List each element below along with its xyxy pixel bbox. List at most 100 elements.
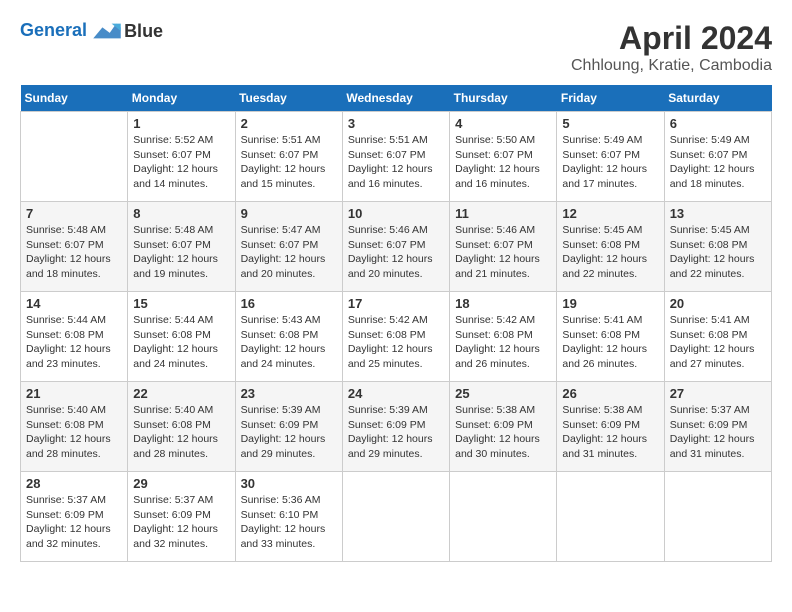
month-title: April 2024 [571,20,772,57]
calendar-day-cell: 24 Sunrise: 5:39 AMSunset: 6:09 PMDayligh… [342,382,449,472]
calendar-day-cell: 21Sunrise: 5:40 AMSunset: 6:08 PMDayligh… [21,382,128,472]
calendar-day-cell: 16 Sunrise: 5:43 AMSunset: 6:08 PMDayligh… [235,292,342,382]
day-number: 1 [133,116,229,131]
day-info: Sunrise: 5:38 AMSunset: 6:09 PMDaylight:… [562,403,658,462]
day-number: 16 [241,296,337,311]
calendar-day-cell: 13Sunrise: 5:45 AMSunset: 6:08 PMDayligh… [664,202,771,292]
calendar-day-cell: 27Sunrise: 5:37 AMSunset: 6:09 PMDayligh… [664,382,771,472]
day-info: Sunrise: 5:47 AMSunset: 6:07 PMDaylight:… [241,223,337,282]
day-number: 15 [133,296,229,311]
day-info: Sunrise: 5:41 AMSunset: 6:08 PMDaylight:… [670,313,766,372]
calendar-day-cell: 10 Sunrise: 5:46 AMSunset: 6:07 PMDayligh… [342,202,449,292]
day-number: 4 [455,116,551,131]
day-number: 24 [348,386,444,401]
day-info: Sunrise: 5:36 AMSunset: 6:10 PMDaylight:… [241,493,337,552]
day-number: 9 [241,206,337,221]
weekday-header-cell: Friday [557,85,664,112]
calendar-day-cell [450,472,557,562]
day-info: Sunrise: 5:46 AMSunset: 6:07 PMDaylight:… [348,223,444,282]
day-info: Sunrise: 5:45 AMSunset: 6:08 PMDaylight:… [670,223,766,282]
calendar-day-cell: 22 Sunrise: 5:40 AMSunset: 6:08 PMDayligh… [128,382,235,472]
weekday-header-cell: Sunday [21,85,128,112]
calendar-day-cell: 23 Sunrise: 5:39 AMSunset: 6:09 PMDayligh… [235,382,342,472]
day-info: Sunrise: 5:39 AMSunset: 6:09 PMDaylight:… [348,403,444,462]
page-header: General Blue April 2024 Chhloung, Kratie… [20,20,772,75]
logo-blue: Blue [124,21,163,42]
calendar-day-cell [342,472,449,562]
weekday-header-cell: Saturday [664,85,771,112]
calendar-day-cell: 8 Sunrise: 5:48 AMSunset: 6:07 PMDaylight… [128,202,235,292]
day-number: 6 [670,116,766,131]
day-number: 10 [348,206,444,221]
calendar-week-row: 7Sunrise: 5:48 AMSunset: 6:07 PMDaylight… [21,202,772,292]
calendar-day-cell: 26Sunrise: 5:38 AMSunset: 6:09 PMDayligh… [557,382,664,472]
day-info: Sunrise: 5:44 AMSunset: 6:08 PMDaylight:… [26,313,122,372]
calendar-week-row: 21Sunrise: 5:40 AMSunset: 6:08 PMDayligh… [21,382,772,472]
calendar-day-cell: 14 Sunrise: 5:44 AMSunset: 6:08 PMDayligh… [21,292,128,382]
logo: General Blue [20,20,163,42]
location-title: Chhloung, Kratie, Cambodia [571,57,772,75]
day-info: Sunrise: 5:43 AMSunset: 6:08 PMDaylight:… [241,313,337,372]
day-info: Sunrise: 5:42 AMSunset: 6:08 PMDaylight:… [348,313,444,372]
day-info: Sunrise: 5:50 AMSunset: 6:07 PMDaylight:… [455,133,551,192]
day-number: 28 [26,476,122,491]
day-number: 22 [133,386,229,401]
day-number: 11 [455,206,551,221]
day-info: Sunrise: 5:39 AMSunset: 6:09 PMDaylight:… [241,403,337,462]
weekday-header-cell: Tuesday [235,85,342,112]
weekday-header-cell: Monday [128,85,235,112]
calendar-day-cell [21,112,128,202]
logo-icon [93,20,121,42]
calendar-day-cell: 15 Sunrise: 5:44 AMSunset: 6:08 PMDayligh… [128,292,235,382]
day-number: 12 [562,206,658,221]
calendar-week-row: 28 Sunrise: 5:37 AMSunset: 6:09 PMDayligh… [21,472,772,562]
day-number: 30 [241,476,337,491]
weekday-header-cell: Wednesday [342,85,449,112]
day-info: Sunrise: 5:48 AMSunset: 6:07 PMDaylight:… [26,223,122,282]
day-number: 20 [670,296,766,311]
day-number: 29 [133,476,229,491]
calendar-day-cell: 30 Sunrise: 5:36 AMSunset: 6:10 PMDayligh… [235,472,342,562]
calendar-day-cell: 5 Sunrise: 5:49 AMSunset: 6:07 PMDaylight… [557,112,664,202]
day-info: Sunrise: 5:42 AMSunset: 6:08 PMDaylight:… [455,313,551,372]
calendar-day-cell: 6 Sunrise: 5:49 AMSunset: 6:07 PMDaylight… [664,112,771,202]
day-info: Sunrise: 5:51 AMSunset: 6:07 PMDaylight:… [348,133,444,192]
day-info: Sunrise: 5:40 AMSunset: 6:08 PMDaylight:… [133,403,229,462]
calendar-day-cell: 19 Sunrise: 5:41 AMSunset: 6:08 PMDayligh… [557,292,664,382]
day-info: Sunrise: 5:37 AMSunset: 6:09 PMDaylight:… [133,493,229,552]
weekday-header-cell: Thursday [450,85,557,112]
day-info: Sunrise: 5:44 AMSunset: 6:08 PMDaylight:… [133,313,229,372]
calendar-day-cell: 2 Sunrise: 5:51 AMSunset: 6:07 PMDaylight… [235,112,342,202]
calendar-week-row: 14 Sunrise: 5:44 AMSunset: 6:08 PMDayligh… [21,292,772,382]
calendar-day-cell: 29 Sunrise: 5:37 AMSunset: 6:09 PMDayligh… [128,472,235,562]
day-info: Sunrise: 5:52 AMSunset: 6:07 PMDaylight:… [133,133,229,192]
day-info: Sunrise: 5:40 AMSunset: 6:08 PMDaylight:… [26,403,122,462]
day-number: 14 [26,296,122,311]
calendar-day-cell: 3Sunrise: 5:51 AMSunset: 6:07 PMDaylight… [342,112,449,202]
calendar-day-cell: 18 Sunrise: 5:42 AMSunset: 6:08 PMDayligh… [450,292,557,382]
calendar-day-cell [557,472,664,562]
calendar-day-cell: 7Sunrise: 5:48 AMSunset: 6:07 PMDaylight… [21,202,128,292]
day-number: 18 [455,296,551,311]
calendar-day-cell: 12 Sunrise: 5:45 AMSunset: 6:08 PMDayligh… [557,202,664,292]
calendar-day-cell: 1 Sunrise: 5:52 AMSunset: 6:07 PMDaylight… [128,112,235,202]
calendar-day-cell [664,472,771,562]
day-number: 2 [241,116,337,131]
day-info: Sunrise: 5:45 AMSunset: 6:08 PMDaylight:… [562,223,658,282]
day-info: Sunrise: 5:51 AMSunset: 6:07 PMDaylight:… [241,133,337,192]
day-info: Sunrise: 5:38 AMSunset: 6:09 PMDaylight:… [455,403,551,462]
calendar-day-cell: 4 Sunrise: 5:50 AMSunset: 6:07 PMDaylight… [450,112,557,202]
day-number: 23 [241,386,337,401]
day-number: 8 [133,206,229,221]
day-number: 5 [562,116,658,131]
day-info: Sunrise: 5:49 AMSunset: 6:07 PMDaylight:… [670,133,766,192]
day-info: Sunrise: 5:37 AMSunset: 6:09 PMDaylight:… [26,493,122,552]
day-number: 17 [348,296,444,311]
day-number: 27 [670,386,766,401]
day-number: 19 [562,296,658,311]
day-info: Sunrise: 5:48 AMSunset: 6:07 PMDaylight:… [133,223,229,282]
day-info: Sunrise: 5:41 AMSunset: 6:08 PMDaylight:… [562,313,658,372]
day-info: Sunrise: 5:49 AMSunset: 6:07 PMDaylight:… [562,133,658,192]
calendar-day-cell: 9 Sunrise: 5:47 AMSunset: 6:07 PMDaylight… [235,202,342,292]
calendar-day-cell: 28 Sunrise: 5:37 AMSunset: 6:09 PMDayligh… [21,472,128,562]
